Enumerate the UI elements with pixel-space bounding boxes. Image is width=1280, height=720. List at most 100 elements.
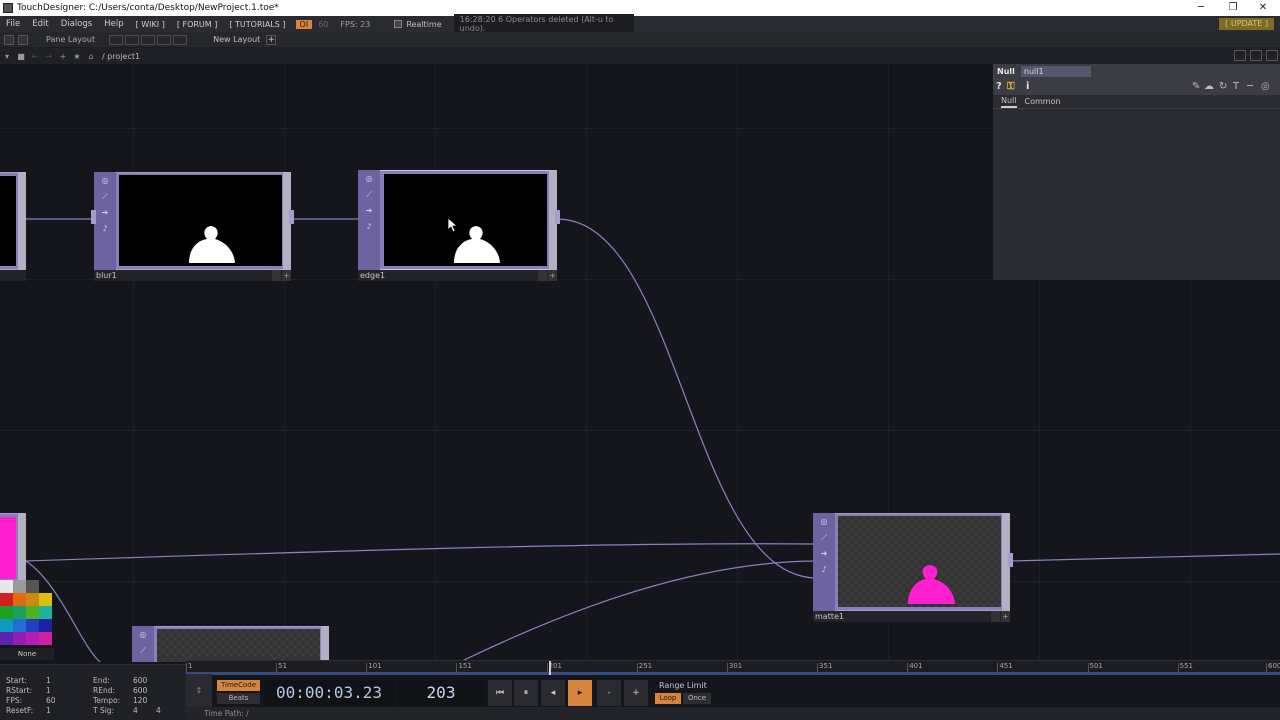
viewer-flag-icon[interactable]: ◎ — [138, 630, 148, 640]
tab-common[interactable]: Common — [1025, 97, 1061, 107]
op-name-field[interactable]: null1 — [1020, 66, 1091, 77]
new-layout-tab[interactable]: New Layout — [213, 35, 260, 44]
display-flag-icon[interactable]: ➔ — [364, 206, 374, 216]
timecode-display[interactable]: 00:00:03.23 — [264, 680, 394, 706]
layout-split-h-icon[interactable] — [125, 34, 140, 45]
bypass-flag-icon[interactable]: ⟋ — [100, 192, 110, 202]
partial-node-bottom[interactable]: ◎ ⟋ — [132, 626, 329, 662]
partial-node-pink[interactable] — [0, 513, 26, 583]
start-value[interactable]: 1 — [46, 676, 51, 685]
layout-split-v-icon[interactable] — [141, 34, 156, 45]
lock-flag-icon[interactable]: ♪ — [364, 222, 374, 232]
menu-file[interactable]: File — [0, 19, 26, 29]
pane-menu-icon[interactable]: ▾ — [0, 52, 14, 61]
step-plus-button[interactable]: + — [624, 680, 648, 706]
tsig-a-value[interactable]: 4 — [133, 706, 138, 715]
frame-display[interactable]: 203 — [398, 680, 484, 706]
bypass-flag-icon[interactable]: ⟋ — [138, 646, 148, 656]
playhead[interactable] — [548, 661, 551, 675]
menu-edit[interactable]: Edit — [26, 19, 54, 29]
loop-toggle[interactable]: Loop — [655, 693, 681, 704]
pane-split-icon[interactable] — [4, 34, 14, 45]
tempo-value[interactable]: 120 — [133, 696, 147, 705]
lock-flag-icon[interactable]: ♪ — [819, 565, 829, 575]
timecode-toggle[interactable]: TimeCode — [217, 680, 260, 691]
palette-none-button[interactable]: None — [0, 648, 54, 660]
node-viewer-toggle[interactable] — [271, 270, 281, 281]
info-icon[interactable]: i — [1026, 81, 1029, 92]
viewer-flag-icon[interactable]: ◎ — [819, 517, 829, 527]
node-viewer-toggle[interactable] — [990, 611, 1000, 622]
close-pane-icon[interactable] — [1266, 50, 1278, 61]
timeline-ruler[interactable]: 1 51 101 151 201 251 301 351 401 451 501 551 600 — [186, 660, 1280, 675]
network-path[interactable]: / project1 — [102, 52, 140, 61]
add-icon[interactable]: + — [56, 52, 70, 61]
step-back-button[interactable]: ◂ — [541, 680, 565, 706]
rstart-value[interactable]: 1 — [46, 686, 51, 695]
lock-flag-icon[interactable]: ♪ — [100, 224, 110, 234]
minimize-button[interactable]: ─ — [1186, 0, 1216, 16]
matte1-node[interactable]: ◎ ⟋ ➔ ♪ matte1 + — [813, 513, 1013, 625]
close-button[interactable]: ✕ — [1248, 0, 1278, 16]
text-icon[interactable]: T — [1233, 81, 1239, 92]
node-add-icon[interactable]: + — [547, 270, 557, 281]
end-value[interactable]: 600 — [133, 676, 147, 685]
pane-options-icon[interactable] — [1234, 50, 1246, 61]
forward-icon[interactable]: ⇢ — [42, 52, 56, 61]
play-button[interactable]: ▸ — [568, 680, 592, 706]
wiki-link[interactable]: [ WIKI ] — [130, 20, 171, 29]
layout-quad-icon[interactable] — [157, 34, 172, 45]
fps-value[interactable]: 60 — [46, 696, 56, 705]
once-toggle[interactable]: Once — [683, 693, 711, 704]
layout-single-icon[interactable] — [109, 34, 124, 45]
bypass-flag-icon[interactable]: ⟋ — [819, 533, 829, 543]
add-layout-button[interactable]: + — [266, 34, 277, 45]
matte1-label[interactable]: matte1 — [813, 611, 1010, 622]
blur1-label[interactable]: blur1 — [94, 270, 291, 281]
edit-icon[interactable]: ✎ — [1192, 81, 1200, 92]
step-minus-button[interactable]: - — [597, 680, 621, 706]
menu-dialogs[interactable]: Dialogs — [55, 19, 99, 29]
timeline-options-icon[interactable]: ↕ — [186, 674, 212, 707]
tutorials-link[interactable]: [ TUTORIALS ] — [223, 20, 291, 29]
rend-value[interactable]: 600 — [133, 686, 147, 695]
back-icon[interactable]: ⇠ — [28, 52, 42, 61]
realtime-checkbox[interactable] — [394, 20, 403, 28]
oi-toggle[interactable]: OI — [295, 19, 313, 29]
node-add-icon[interactable]: + — [1000, 611, 1010, 622]
edge1-label[interactable]: edge1 — [358, 270, 557, 281]
partial-node-left[interactable] — [0, 172, 26, 282]
bookmark-icon[interactable]: ★ — [70, 52, 84, 61]
stop-icon[interactable]: ■ — [14, 52, 28, 61]
node-viewer-toggle[interactable] — [537, 270, 547, 281]
rewind-button[interactable]: ⏮ — [488, 680, 512, 706]
node-add-icon[interactable]: + — [281, 270, 291, 281]
start-label: Start: — [6, 676, 27, 685]
home-icon[interactable]: ⌂ — [84, 52, 98, 61]
restore-button[interactable]: ❐ — [1218, 0, 1248, 16]
tsig-b-value[interactable]: 4 — [156, 706, 161, 715]
comment-icon[interactable]: ☁ — [1204, 81, 1214, 92]
resetf-value[interactable]: 1 — [46, 706, 51, 715]
display-flag-icon[interactable]: ➔ — [100, 208, 110, 218]
python-help-icon[interactable]: ⚿ — [1007, 81, 1015, 92]
update-button[interactable]: [ UPDATE ] — [1219, 18, 1274, 30]
refresh-icon[interactable]: ↻ — [1219, 81, 1227, 92]
display-flag-icon[interactable]: ➔ — [819, 549, 829, 559]
layout-grid-icon[interactable] — [173, 34, 188, 45]
viewer-flag-icon[interactable]: ◎ — [100, 176, 110, 186]
viewer-flag-icon[interactable]: ◎ — [364, 174, 374, 184]
blur1-node[interactable]: ◎ ⟋ ➔ ♪ blur1 + — [91, 172, 294, 284]
maximize-pane-icon[interactable] — [1250, 50, 1262, 61]
collapse-icon[interactable]: ─ — [1247, 81, 1253, 92]
forum-link[interactable]: [ FORUM ] — [171, 20, 224, 29]
target-icon[interactable]: ◎ — [1261, 81, 1270, 92]
menu-help[interactable]: Help — [98, 19, 129, 29]
tab-null[interactable]: Null — [1001, 96, 1017, 108]
pane-link-icon[interactable] — [18, 34, 28, 45]
bypass-flag-icon[interactable]: ⟋ — [364, 190, 374, 200]
edge1-node[interactable]: ◎ ⟋ ➔ ♪ edge1 + — [358, 170, 560, 282]
help-icon[interactable]: ? — [996, 81, 1002, 92]
pause-button[interactable]: ⏸ — [514, 680, 538, 706]
beats-toggle[interactable]: Beats — [217, 693, 260, 704]
